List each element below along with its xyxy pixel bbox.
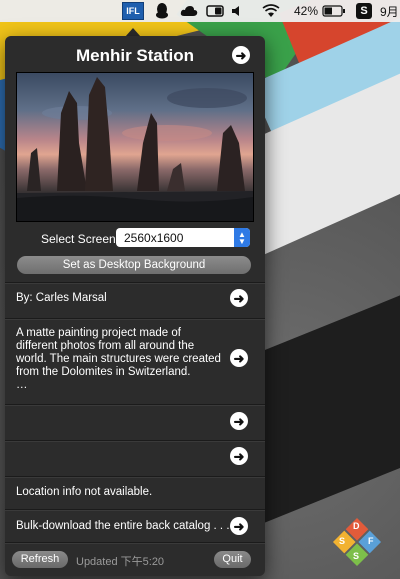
description-line: from the Dolomites in Switzerland. [16,366,191,378]
menubar-date[interactable]: 9月 [380,3,400,19]
wifi-icon[interactable] [262,3,280,19]
divider [5,318,265,320]
divider [5,282,265,284]
battery-icon[interactable] [322,3,346,19]
empty-row-arrow-icon[interactable]: ➜ [230,447,248,465]
menu-bar: IFL 42% S 9月 [0,0,400,22]
open-image-arrow-icon[interactable]: ➜ [232,46,250,64]
popover-footer: Refresh Updated 下午5:20 Quit [5,546,265,576]
description-line: world. The main structures were created [16,353,221,365]
empty-row-arrow-icon[interactable]: ➜ [230,412,248,430]
location-info: Location info not available. [16,486,153,498]
cloud-icon[interactable] [180,3,198,19]
description-line: … [16,379,28,391]
bulk-download-arrow-icon[interactable]: ➜ [230,517,248,535]
watermark-logo: D S F S [330,515,384,569]
description-line: different photos from all around the [16,340,195,352]
screen-resolution-select[interactable]: 2560x1600 ▲ ▼ [116,228,250,247]
wallpaper-preview-image[interactable] [16,72,254,222]
divider [5,440,265,442]
select-screen-label: Select Screen [41,232,116,246]
logo-letter: F [368,536,374,546]
ifl-popover: Menhir Station ➜ Select Screen 2560x1600… [5,36,265,576]
divider [5,542,265,544]
description-line: A matte painting project made of [16,327,181,339]
select-stepper-icon[interactable]: ▲ ▼ [234,228,250,247]
image-description[interactable]: A matte painting project made of differe… [16,327,221,392]
author-arrow-icon[interactable]: ➜ [230,289,248,307]
logo-letter: S [353,551,360,561]
bulk-download-link[interactable]: Bulk-download the entire back catalog . … [16,520,230,533]
set-desktop-background-button[interactable]: Set as Desktop Background [17,256,251,274]
divider [5,509,265,511]
screen-resolution-value: 2560x1600 [124,230,184,245]
divider [5,476,265,478]
quit-button[interactable]: Quit [214,551,251,568]
volume-icon[interactable] [230,3,244,19]
ifl-app-icon[interactable]: IFL [122,2,144,20]
description-arrow-icon[interactable]: ➜ [230,349,248,367]
display-toggle-icon[interactable] [206,3,224,19]
divider [5,404,265,406]
logo-letter: D [353,521,360,531]
updated-timestamp: Updated 下午5:20 [76,556,165,568]
battery-percent[interactable]: 42% [290,3,322,19]
logo-letter: S [339,536,346,546]
qq-penguin-icon[interactable] [154,3,170,19]
refresh-button[interactable]: Refresh [12,551,68,568]
s-app-icon[interactable]: S [356,3,372,19]
author-credit[interactable]: By: Carles Marsal [16,292,107,305]
image-title: Menhir Station [75,46,195,65]
